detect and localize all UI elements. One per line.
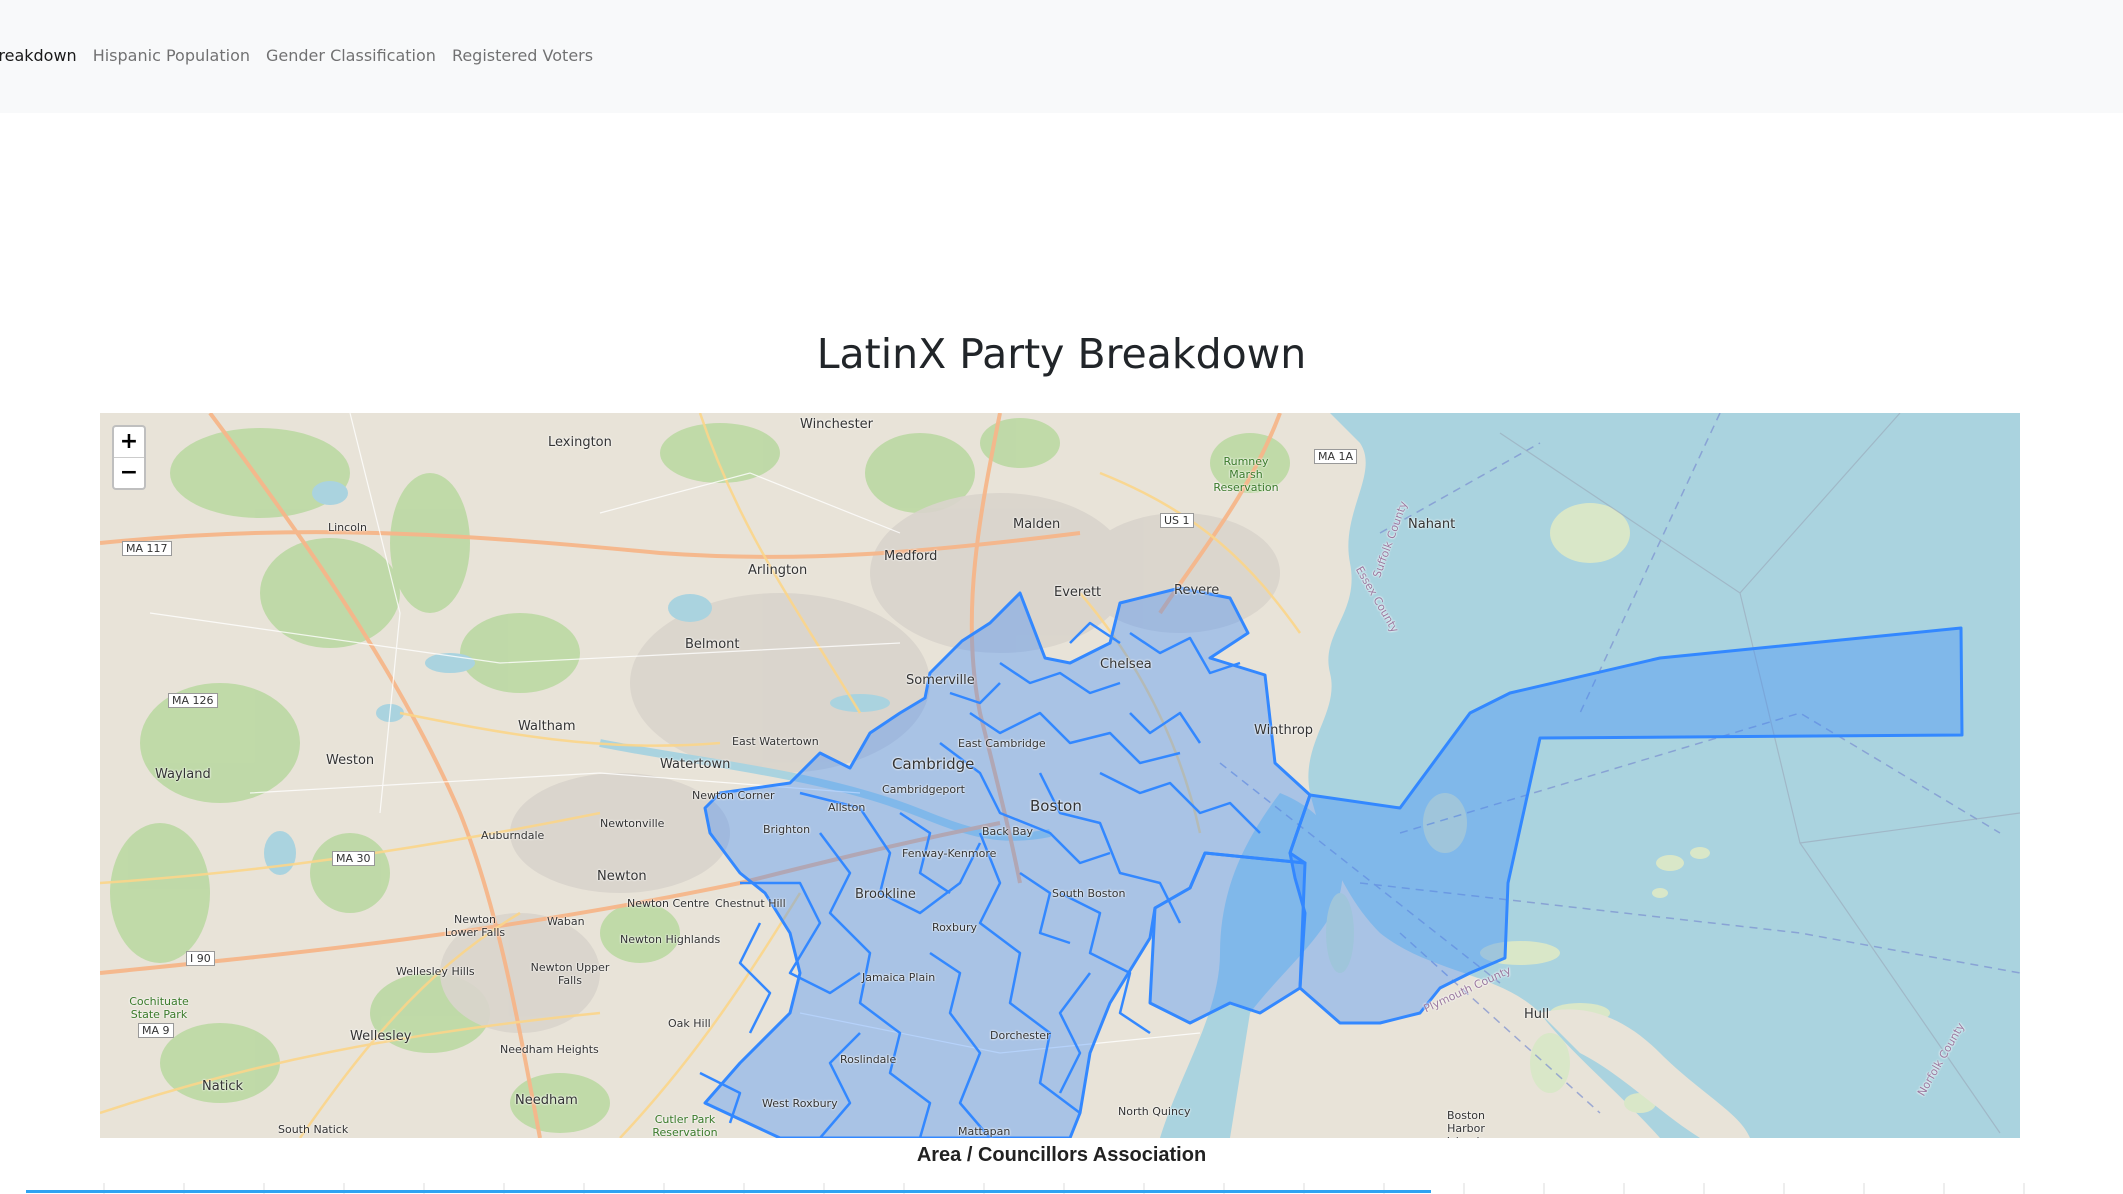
chart-title: Area / Councillors Association — [916, 1144, 1207, 1166]
map-label-ma9: MA 9 — [138, 1023, 174, 1038]
map-label-chelsea: Chelsea — [1100, 657, 1152, 672]
zoom-out-button[interactable]: − — [114, 457, 144, 488]
map-label-newton-lower-falls: Newton Lower Falls — [444, 913, 506, 939]
nav-link-hispanic-population[interactable]: Hispanic Population — [93, 44, 250, 68]
map-label-east-cambridge: East Cambridge — [958, 737, 1046, 750]
map-label-cutler-park: Cutler Park Reservation — [652, 1113, 718, 1138]
map-label-belmont: Belmont — [685, 637, 740, 652]
zoom-in-button[interactable]: + — [114, 427, 144, 457]
map-label-brookline: Brookline — [855, 887, 916, 902]
map-label-winchester: Winchester — [800, 417, 874, 432]
map-label-natick: Natick — [202, 1079, 244, 1094]
map-label-needham: Needham — [515, 1093, 578, 1108]
map-label-ma1a: MA 1A — [1314, 449, 1358, 464]
nav-links: rty Breakdown Hispanic Population Gender… — [0, 44, 609, 68]
map-label-oak-hill: Oak Hill — [668, 1017, 711, 1030]
map-label-newton-centre: Newton Centre — [627, 897, 710, 910]
map-label-south-boston: South Boston — [1052, 887, 1126, 900]
map-label-newton-upper-falls: Newton Upper Falls — [530, 961, 610, 987]
map-label-cambridge: Cambridge — [892, 755, 975, 773]
nav-link-gender-classification[interactable]: Gender Classification — [266, 44, 436, 68]
nav-link-registered-voters[interactable]: Registered Voters — [452, 44, 593, 68]
map-label-hull: Hull — [1524, 1007, 1550, 1022]
map-label-newton: Newton — [597, 869, 647, 884]
map-label-wayland: Wayland — [155, 767, 211, 782]
map-label-nahant: Nahant — [1408, 517, 1456, 532]
map-label-winthrop: Winthrop — [1254, 723, 1314, 738]
map-label-auburndale: Auburndale — [481, 829, 545, 842]
map-label-chestnut-hill: Chestnut Hill — [715, 897, 786, 910]
map-label-waltham: Waltham — [518, 719, 576, 734]
map-label-east-watertown: East Watertown — [732, 735, 819, 748]
zoom-control: + − — [112, 425, 146, 490]
map-label-lincoln: Lincoln — [328, 521, 367, 534]
map-label-lexington: Lexington — [548, 435, 612, 450]
map-label-boston: Boston — [1030, 797, 1082, 815]
map-label-newton-highlands: Newton Highlands — [620, 933, 721, 946]
map-label-watertown: Watertown — [660, 757, 731, 772]
map-label-malden: Malden — [1013, 517, 1061, 532]
map-label-fenway: Fenway-Kenmore — [902, 847, 997, 860]
nav-link-party-breakdown[interactable]: rty Breakdown — [0, 44, 77, 68]
map-label-back-bay: Back Bay — [982, 825, 1033, 838]
map-label-wellesley-hills: Wellesley Hills — [396, 965, 475, 978]
map-label-ma30: MA 30 — [332, 851, 375, 866]
map-label-roslindale: Roslindale — [840, 1053, 897, 1066]
map-label-west-roxbury: West Roxbury — [762, 1097, 838, 1110]
map-label-somerville: Somerville — [906, 673, 975, 688]
chart-progress-line — [26, 1190, 1431, 1193]
map-label-roxbury: Roxbury — [932, 921, 978, 934]
map-label-dorchester: Dorchester — [990, 1029, 1051, 1042]
map-label-us1: US 1 — [1160, 513, 1194, 528]
map-label-medford: Medford — [884, 549, 938, 564]
map-label-rumney-marsh: Rumney Marsh Reservation — [1213, 455, 1279, 494]
map-label-revere: Revere — [1174, 583, 1220, 598]
map-container[interactable]: + − Winchester Lexington Malden Medford … — [100, 413, 2020, 1138]
map-label-ma117: MA 117 — [122, 541, 172, 556]
map-label-south-natick: South Natick — [278, 1123, 349, 1136]
map-label-waban: Waban — [547, 915, 585, 928]
map-label-newton-corner: Newton Corner — [692, 789, 775, 802]
map-label-weston: Weston — [326, 753, 375, 768]
map-label-ma126: MA 126 — [168, 693, 218, 708]
top-navbar: rty Breakdown Hispanic Population Gender… — [0, 0, 2123, 113]
map-label-everett: Everett — [1054, 585, 1102, 600]
page-title: LatinX Party Breakdown — [816, 330, 1307, 378]
map-label-arlington: Arlington — [748, 563, 808, 578]
map-label-mattapan: Mattapan — [958, 1125, 1011, 1138]
map-label-boston-harbor-islands: Boston Harbor Islands — [1446, 1109, 1486, 1138]
map-label-cochituate: Cochituate State Park — [129, 995, 189, 1021]
map-label-jamaica-plain: Jamaica Plain — [862, 971, 936, 984]
map-label-allston: Allston — [828, 801, 866, 814]
map-label-i90: I 90 — [186, 951, 215, 966]
map-label-brighton: Brighton — [763, 823, 811, 836]
map-label-wellesley: Wellesley — [350, 1029, 412, 1044]
map-label-newtonville: Newtonville — [600, 817, 665, 830]
map-label-needham-heights: Needham Heights — [500, 1043, 599, 1056]
map-label-north-quincy: North Quincy — [1118, 1105, 1191, 1118]
map-label-cambridgeport: Cambridgeport — [882, 783, 965, 796]
